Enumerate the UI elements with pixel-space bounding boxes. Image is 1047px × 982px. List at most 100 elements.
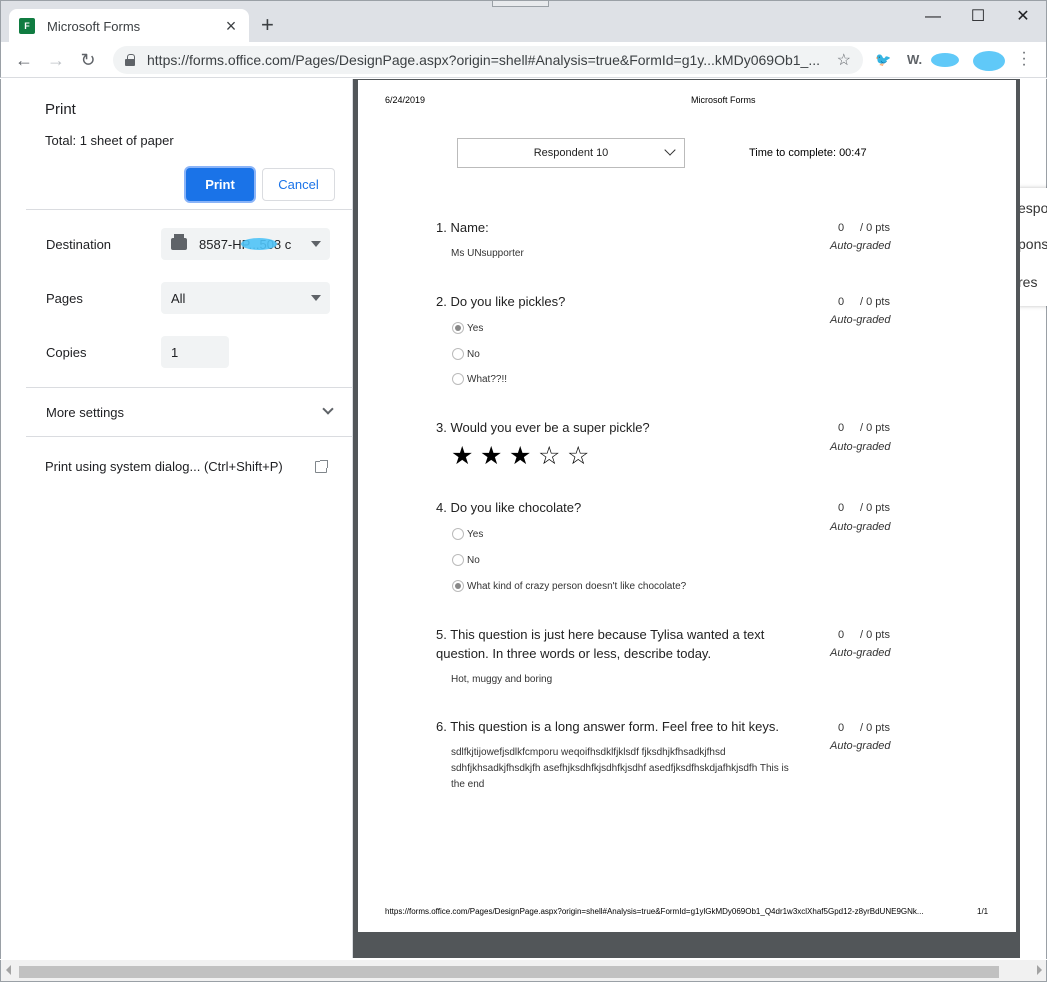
extension-w-icon[interactable]: W.	[907, 52, 922, 67]
star-empty-icon: ☆	[567, 442, 590, 470]
respondent-select[interactable]: Respondent 10	[457, 138, 685, 168]
auto-graded-label: Auto-graded	[830, 441, 891, 453]
reload-icon[interactable]: ↻	[77, 49, 99, 71]
side-card-item: espo	[1018, 200, 1047, 216]
divider	[26, 436, 353, 437]
radio-unselected	[452, 528, 464, 540]
minimize-icon[interactable]: —	[918, 7, 948, 27]
horizontal-scrollbar[interactable]	[0, 960, 1047, 982]
points-total: / 0 pts	[860, 722, 890, 734]
close-icon[interactable]: ×	[223, 17, 239, 35]
points-score: 0	[838, 722, 845, 734]
pages-value: All	[171, 290, 186, 306]
printer-icon	[171, 234, 187, 250]
auto-graded-label: Auto-graded	[830, 740, 891, 752]
redacted-extension-icon[interactable]	[931, 53, 959, 67]
points-total: / 0 pts	[860, 422, 890, 434]
footer-page-number: 1/1	[977, 907, 989, 916]
radio-unselected	[452, 373, 464, 385]
side-card-item: res	[1018, 274, 1038, 290]
divider	[26, 209, 353, 210]
question-title: 5. This question is just here because Ty…	[436, 627, 765, 661]
bookmark-star-icon[interactable]: ☆	[837, 50, 851, 70]
destination-select[interactable]: 8587-HP...508 c	[161, 228, 330, 260]
respondent-value: Respondent 10	[533, 147, 609, 159]
question-title: 4. Do you like chocolate?	[436, 500, 582, 515]
forward-arrow-icon[interactable]: →	[45, 49, 67, 71]
time-to-complete: Time to complete: 00:47	[749, 147, 867, 159]
option-label: What kind of crazy person doesn't like c…	[467, 581, 687, 592]
header-date: 6/24/2019	[385, 95, 426, 105]
points-total: / 0 pts	[860, 222, 890, 234]
answer-text: Hot, muggy and boring	[451, 674, 553, 685]
browser-tab[interactable]: F Microsoft Forms ×	[9, 9, 249, 43]
browser-toolbar: ← → ↻ https://forms.office.com/Pages/Des…	[0, 42, 1047, 78]
points-score: 0	[838, 422, 845, 434]
scrollbar-thumb[interactable]	[19, 966, 999, 978]
total-value: 1 sheet of paper	[79, 133, 174, 148]
print-button[interactable]: Print	[186, 168, 254, 201]
option-label: Yes	[467, 529, 484, 540]
side-card-item: pons	[1018, 236, 1047, 252]
star-empty-icon: ☆	[538, 442, 561, 470]
underlying-side-card: espo pons res	[1018, 188, 1047, 306]
preview-page: 6/24/2019 Microsoft Forms Respondent 10 …	[358, 80, 1016, 932]
points-score: 0	[838, 222, 845, 234]
option-label: What??!!	[467, 374, 508, 385]
url-text[interactable]: https://forms.office.com/Pages/DesignPag…	[147, 52, 829, 68]
open-external-icon[interactable]	[315, 460, 328, 473]
star-filled-icon: ★	[509, 442, 532, 470]
maximize-icon[interactable]: ☐	[963, 7, 993, 27]
print-settings-panel: Print Total: 1 sheet of paper Print Canc…	[26, 79, 353, 958]
pages-label: Pages	[46, 291, 83, 306]
pages-select[interactable]: All	[161, 282, 330, 314]
destination-label: Destination	[46, 237, 112, 252]
cancel-button[interactable]: Cancel	[262, 168, 335, 201]
system-dialog-link[interactable]: Print using system dialog... (Ctrl+Shift…	[45, 459, 283, 474]
question-title: 1. Name:	[436, 220, 489, 235]
caret-down-icon	[311, 241, 321, 247]
window-close-icon[interactable]: ✕	[1008, 7, 1038, 27]
print-title: Print	[45, 101, 76, 118]
copies-input[interactable]: 1	[161, 336, 229, 368]
address-bar[interactable]: https://forms.office.com/Pages/DesignPag…	[113, 46, 863, 74]
long-answer-text: sdlfkjtijowefjsdlkfcmporu weqoifhsdklfjk…	[451, 747, 789, 790]
question-title: 3. Would you ever be a super pickle?	[436, 420, 650, 435]
more-settings-toggle[interactable]: More settings	[46, 403, 334, 420]
scroll-right-arrow-icon[interactable]	[1037, 965, 1042, 975]
chevron-down-icon	[664, 144, 676, 156]
option-label: Yes	[467, 323, 484, 334]
profile-avatar[interactable]	[973, 51, 1005, 71]
caret-down-icon	[311, 295, 321, 301]
points-score: 0	[838, 502, 845, 514]
radio-unselected	[452, 348, 464, 360]
divider	[26, 387, 353, 388]
header-title: Microsoft Forms	[691, 95, 756, 105]
scroll-left-arrow-icon[interactable]	[6, 965, 11, 975]
tab-strip-marker	[492, 1, 549, 7]
extension-bird-icon[interactable]: 🐦	[875, 52, 891, 68]
points-total: / 0 pts	[860, 296, 890, 308]
star-filled-icon: ★	[451, 442, 474, 470]
menu-kebab-icon[interactable]: · · ·	[1017, 45, 1031, 73]
option-label: No	[467, 555, 480, 566]
redacted-mark	[241, 238, 277, 250]
answer-text: Ms UNsupporter	[451, 248, 524, 259]
radio-selected	[452, 580, 464, 592]
option-label: No	[467, 349, 480, 360]
points-score: 0	[838, 296, 845, 308]
star-filled-icon: ★	[480, 442, 503, 470]
auto-graded-label: Auto-graded	[830, 240, 891, 252]
points-total: / 0 pts	[860, 629, 890, 641]
back-arrow-icon[interactable]: ←	[13, 49, 35, 71]
forms-favicon-icon: F	[19, 18, 35, 34]
lock-icon	[125, 54, 135, 66]
radio-selected	[452, 322, 464, 334]
auto-graded-label: Auto-graded	[830, 647, 891, 659]
total-label: Total:	[45, 133, 80, 148]
footer-url: https://forms.office.com/Pages/DesignPag…	[385, 907, 924, 916]
copies-label: Copies	[46, 345, 87, 360]
auto-graded-label: Auto-graded	[830, 521, 891, 533]
points-total: / 0 pts	[860, 502, 890, 514]
new-tab-plus-icon[interactable]: +	[261, 14, 274, 36]
